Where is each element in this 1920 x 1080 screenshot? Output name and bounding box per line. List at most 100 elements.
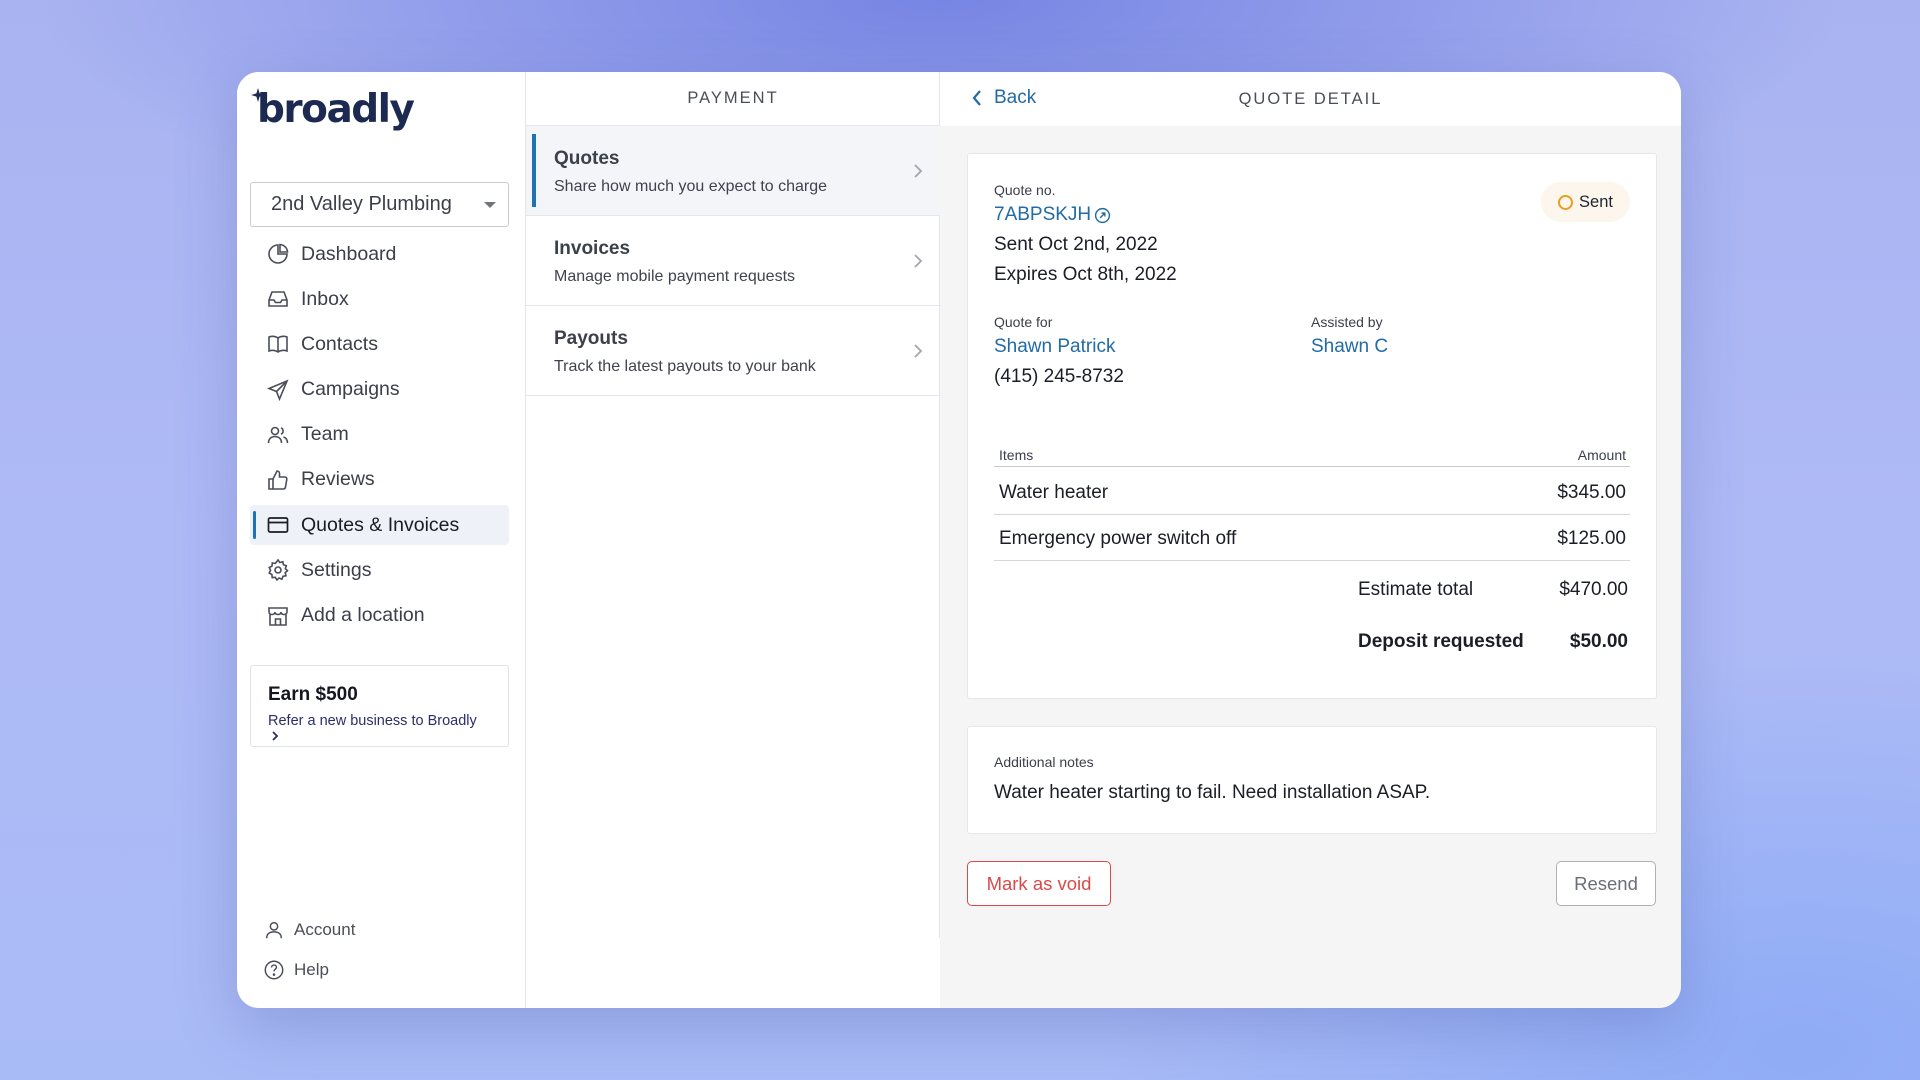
sidebar-item-dashboard[interactable]: Dashboard [250, 234, 509, 274]
sidebar-item-label: Campaigns [301, 378, 400, 401]
external-link-circle-icon [1095, 207, 1111, 223]
sidebar-item-label: Dashboard [301, 242, 397, 265]
customer-name-link[interactable]: Shawn Patrick [994, 336, 1115, 358]
deposit-label: Deposit requested [1358, 631, 1524, 652]
paper-plane-icon [266, 379, 289, 401]
referral-link-text: Refer a new business to Broadly [268, 713, 477, 729]
assisted-by-label: Assisted by [1311, 314, 1383, 330]
caret-down-icon [484, 202, 496, 208]
payment-item-subtitle: Share how much you expect to charge [554, 178, 828, 195]
sidebar-item-label: Reviews [301, 468, 375, 491]
sent-date: Sent Oct 2nd, 2022 [994, 234, 1158, 255]
deposit-value: $50.00 [1569, 631, 1628, 652]
quote-number-label: Quote no. [994, 182, 1056, 198]
sidebar: broadly 2nd Valley Plumbing Dashboard In… [237, 72, 526, 1008]
sidebar-bottom-nav: Account Help [263, 910, 355, 990]
app-window: broadly 2nd Valley Plumbing Dashboard In… [237, 72, 1681, 1008]
broadly-logo[interactable]: broadly [251, 87, 415, 132]
mark-void-button[interactable]: Mark as void [967, 861, 1111, 906]
referral-title: Earn $500 [268, 684, 358, 705]
sidebar-item-label: Settings [301, 558, 372, 581]
sidebar-item-contacts[interactable]: Contacts [250, 324, 509, 364]
quote-detail-panel: Back QUOTE DETAIL Quote no. 7ABPSKJH Sen… [940, 72, 1681, 1008]
notes-card: Additional notes Water heater starting t… [967, 726, 1657, 834]
amount-column-header: Amount [1577, 447, 1626, 463]
sidebar-item-campaigns[interactable]: Campaigns [250, 370, 509, 410]
item-amount: $125.00 [1557, 528, 1626, 549]
payment-item-title: Quotes [554, 148, 620, 169]
chevron-right-icon [272, 731, 279, 741]
chevron-right-icon [914, 344, 923, 358]
sidebar-item-settings[interactable]: Settings [250, 550, 509, 590]
payment-item-invoices[interactable]: Invoices Manage mobile payment requests [526, 216, 940, 306]
quote-number: 7ABPSKJH [994, 204, 1092, 225]
estimate-total-label: Estimate total [1358, 579, 1474, 600]
help-label: Help [294, 960, 329, 979]
sidebar-item-label: Inbox [301, 287, 349, 310]
users-icon [267, 426, 289, 443]
logo-text: broadly [257, 87, 415, 132]
gear-icon [268, 558, 289, 582]
help-circle-icon [264, 960, 284, 980]
sidebar-nav: Dashboard Inbox Contacts Campaigns Team … [250, 234, 509, 641]
status-label: Sent [1579, 192, 1613, 211]
sidebar-item-reviews[interactable]: Reviews [250, 460, 509, 500]
storefront-icon [268, 606, 288, 626]
account-label: Account [294, 920, 356, 939]
referral-card: Earn $500 Refer a new business to Broadl… [250, 665, 509, 747]
location-select-value: 2nd Valley Plumbing [271, 193, 452, 215]
payment-item-subtitle: Manage mobile payment requests [554, 268, 796, 285]
sidebar-item-label: Add a location [301, 604, 425, 626]
sidebar-item-team[interactable]: Team [250, 415, 509, 455]
item-amount: $345.00 [1557, 482, 1626, 503]
payment-item-quotes[interactable]: Quotes Share how much you expect to char… [526, 126, 940, 216]
assisted-by-link[interactable]: Shawn C [1311, 336, 1388, 358]
thumbs-up-icon [268, 470, 288, 490]
chevron-right-icon [914, 164, 923, 178]
expiry-date: Expires Oct 8th, 2022 [994, 264, 1177, 285]
notes-label: Additional notes [994, 754, 1094, 770]
items-column-header: Items [999, 447, 1034, 463]
payment-column: PAYMENT Quotes Share how much you expect… [526, 72, 940, 1008]
estimate-total-value: $470.00 [1559, 579, 1628, 600]
payment-item-subtitle: Track the latest payouts to your bank [554, 358, 816, 375]
sidebar-item-quotes-invoices[interactable]: Quotes & Invoices [250, 505, 509, 546]
payment-header: PAYMENT [526, 72, 940, 126]
quote-for-label: Quote for [994, 314, 1053, 330]
sidebar-item-label: Quotes & Invoices [301, 513, 460, 536]
items-table-header: Items Amount [994, 445, 1630, 467]
item-name: Emergency power switch off [999, 528, 1237, 549]
account-link[interactable]: Account [263, 910, 355, 950]
payment-item-title: Invoices [554, 238, 631, 259]
back-label: Back [994, 87, 1037, 108]
back-button[interactable]: Back [970, 87, 1036, 109]
payment-item-title: Payouts [554, 328, 628, 349]
item-name: Water heater [999, 482, 1109, 503]
deposit-row: Deposit requested $50.00 [1358, 631, 1628, 653]
chevron-left-icon [972, 90, 981, 106]
quote-detail-header: Back QUOTE DETAIL [940, 72, 1681, 126]
location-select[interactable]: 2nd Valley Plumbing [250, 182, 509, 227]
quote-number-link[interactable]: 7ABPSKJH [994, 204, 1111, 226]
notes-text: Water heater starting to fail. Need inst… [994, 782, 1431, 803]
referral-link[interactable]: Refer a new business to Broadly [268, 713, 491, 745]
sidebar-item-inbox[interactable]: Inbox [250, 279, 509, 319]
status-badge: Sent [1541, 182, 1630, 222]
book-icon [268, 335, 288, 354]
chevron-right-icon [914, 254, 923, 268]
estimate-total-row: Estimate total $470.00 [1358, 579, 1628, 601]
payment-item-payouts[interactable]: Payouts Track the latest payouts to your… [526, 306, 940, 396]
sidebar-item-label: Contacts [301, 332, 378, 355]
sidebar-item-label: Team [301, 423, 349, 446]
table-row: Water heater $345.00 [994, 469, 1630, 515]
resend-button[interactable]: Resend [1556, 861, 1656, 906]
inbox-tray-icon [268, 291, 288, 307]
page-title: QUOTE DETAIL [1238, 89, 1383, 108]
sidebar-item-add-location[interactable]: Add a location [250, 596, 509, 636]
pie-chart-icon [268, 243, 289, 264]
help-link[interactable]: Help [263, 950, 355, 990]
quote-card: Quote no. 7ABPSKJH Sent Oct 2nd, 2022 Ex… [967, 153, 1657, 699]
credit-card-icon [267, 517, 289, 533]
table-row: Emergency power switch off $125.00 [994, 515, 1630, 561]
user-icon [265, 921, 283, 939]
